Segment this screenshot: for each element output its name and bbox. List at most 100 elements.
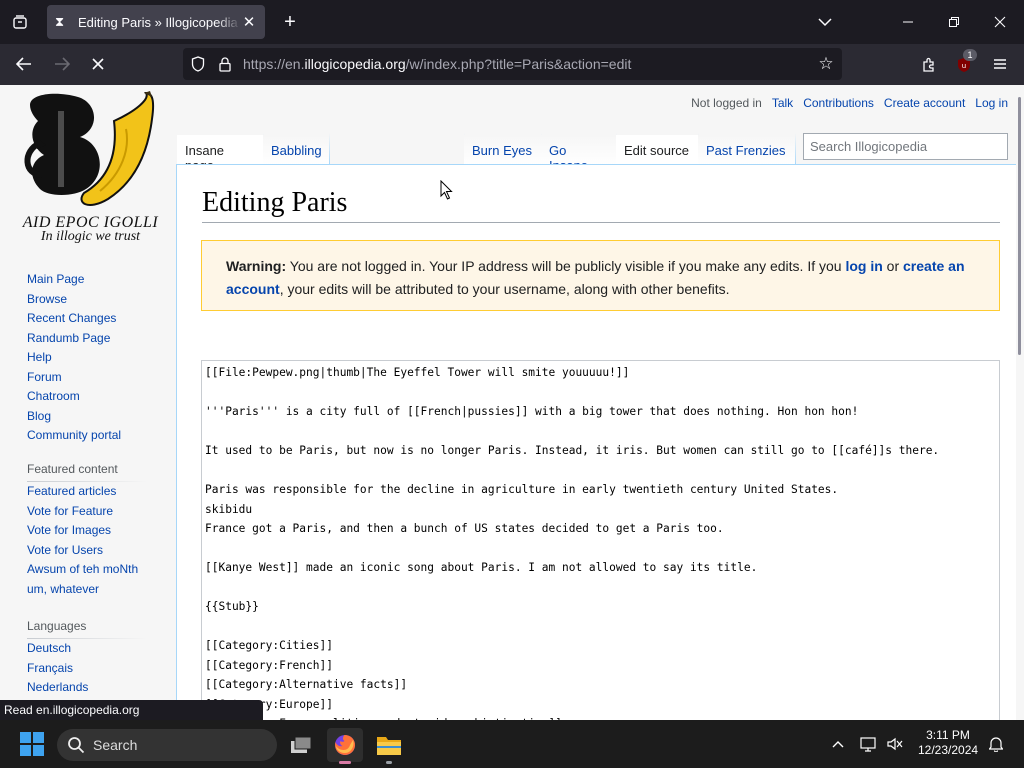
taskbar-search-icon [68,737,85,754]
logo-tagline: In illogic we trust [40,229,141,244]
warning-log-in-link[interactable]: log in [845,258,882,274]
warning-label: Warning: [226,258,287,274]
volume-muted-icon[interactable] [886,734,904,754]
main-content: Editing Paris Warning: You are not logge… [176,164,1024,720]
tracking-protection-shield-icon[interactable] [190,56,206,72]
editor-line: skibidu [205,502,253,516]
address-bar[interactable]: https://en.illogicopedia.org/w/index.php… [183,48,842,80]
tab-burn-eyes[interactable]: Burn Eyes [464,135,541,165]
heading-divider [202,222,1000,223]
url-path: /w/index.php?title=Paris&action=edit [405,56,632,72]
svg-text:u: u [962,62,966,70]
restore-icon[interactable] [944,12,964,32]
clock-time: 3:11 PM [926,728,970,742]
close-tab-icon[interactable]: ✕ [241,13,257,31]
sidebar-item-um-whatever[interactable]: um, whatever [27,580,138,600]
taskbar-search-label: Search [93,737,138,753]
editor-line: [[File:Pewpew.png|thumb|The Eyeffel Towe… [205,366,630,379]
sidebar-item-vote-for-images[interactable]: Vote for Images [27,521,138,541]
contributions-link[interactable]: Contributions [803,96,874,110]
editor-line: [[Category:Alternative facts]] [205,678,408,691]
tab-title: Editing Paris » Illogicopedia - T [78,14,241,30]
sidebar-item-recent-changes[interactable]: Recent Changes [27,309,121,329]
task-view-icon[interactable] [283,728,319,762]
sidebar-item-language-francais[interactable]: Français [27,659,88,679]
tab-edit-source[interactable]: Edit source [616,135,698,165]
sidebar-item-browse[interactable]: Browse [27,290,121,310]
wikitext-editor[interactable]: [[File:Pewpew.png|thumb|The Eyeffel Towe… [201,360,1000,720]
tab-babbling[interactable]: Babbling [263,135,329,165]
tab-divider [795,133,796,165]
create-account-link[interactable]: Create account [884,96,965,110]
network-icon[interactable] [860,734,878,754]
tab-past-frenzies[interactable]: Past Frenzies [698,135,795,165]
personal-tools: Not logged in Talk Contributions Create … [691,96,1008,110]
search-input[interactable]: Search Illogicopedia [803,133,1008,160]
stop-loading-icon[interactable] [86,54,110,74]
sidebar-item-forum[interactable]: Forum [27,368,121,388]
sidebar-item-main-page[interactable]: Main Page [27,270,121,290]
extensions-icon[interactable] [918,54,940,74]
tab-babbling-label[interactable]: Babbling [271,143,322,158]
editor-line: [[Category:French]] [205,658,333,672]
sidebar-item-community-portal[interactable]: Community portal [27,426,121,446]
sidebar-item-language-nederlands[interactable]: Nederlands [27,678,88,698]
firefox-taskbar-icon[interactable] [327,728,363,764]
lock-icon[interactable] [217,56,233,72]
tab-divider [329,133,330,165]
forward-icon[interactable] [50,54,74,74]
mouse-pointer-icon [440,180,453,200]
url-text[interactable]: https://en.illogicopedia.org/w/index.php… [243,56,631,72]
sidebar-item-help[interactable]: Help [27,348,121,368]
list-all-tabs-icon[interactable] [815,12,835,32]
sidebar-item-randumb-page[interactable]: Randumb Page [27,329,121,349]
tab-go-insane[interactable]: Go Insane [541,135,616,173]
search-placeholder: Search Illogicopedia [810,139,928,154]
tab-edit-source-label[interactable]: Edit source [624,143,689,158]
extension-badge: 1 [963,49,977,61]
sidebar-item-language-deutsch[interactable]: Deutsch [27,639,88,659]
app-menu-icon[interactable] [990,54,1010,74]
sidebar-item-vote-for-feature[interactable]: Vote for Feature [27,502,138,522]
show-hidden-icons-chevron-icon[interactable] [830,734,846,754]
logo-emblem-icon [24,91,155,207]
sidebar-item-featured-articles[interactable]: Featured articles [27,482,138,502]
browser-tab[interactable]: ⧗ Editing Paris » Illogicopedia - T ✕ [47,5,265,39]
warning-text-2: or [882,258,904,274]
file-explorer-taskbar-icon[interactable] [371,728,407,764]
system-clock[interactable]: 3:11 PM 12/23/2024 [918,728,978,758]
sidebar-featured-content: Featured content Featured articles Vote … [27,462,147,600]
portlet-divider [27,638,147,639]
back-icon[interactable] [12,54,36,74]
tab-list-icon[interactable] [8,12,32,32]
bookmark-star-icon[interactable]: ☆ [817,54,835,73]
tab-burn-eyes-label[interactable]: Burn Eyes [472,143,532,158]
sidebar-item-vote-for-users[interactable]: Vote for Users [27,541,138,561]
close-window-icon[interactable] [990,12,1010,32]
start-windows-icon[interactable] [20,732,44,756]
sidebar-item-awsum-of-teh-month[interactable]: Awsum of teh moNth [27,560,138,580]
minimize-icon[interactable] [898,12,918,32]
url-host: illogicopedia.org [304,56,406,72]
web-page: AID EPOC IGOLLI In illogic we trust Main… [0,85,1024,720]
taskbar-search[interactable]: Search [57,729,277,761]
site-logo[interactable]: AID EPOC IGOLLI In illogic we trust [18,91,163,251]
talk-link[interactable]: Talk [772,96,793,110]
warning-text-3: , your edits will be attributed to your … [279,281,730,297]
page-scrollbar-thumb[interactable] [1018,97,1021,355]
tab-past-frenzies-label[interactable]: Past Frenzies [706,143,785,158]
log-in-link[interactable]: Log in [975,96,1008,110]
anonymous-edit-warning: Warning: You are not logged in. Your IP … [201,240,1000,311]
new-tab-icon[interactable]: + [280,11,300,33]
sidebar-item-chatroom[interactable]: Chatroom [27,387,121,407]
tab-insane-page[interactable]: Insane page [177,135,263,173]
languages-heading: Languages [27,619,87,633]
sidebar-item-blog[interactable]: Blog [27,407,121,427]
editor-line: [[Kanye West]] made an iconic song about… [205,561,758,574]
notifications-bell-icon[interactable] [987,734,1005,754]
